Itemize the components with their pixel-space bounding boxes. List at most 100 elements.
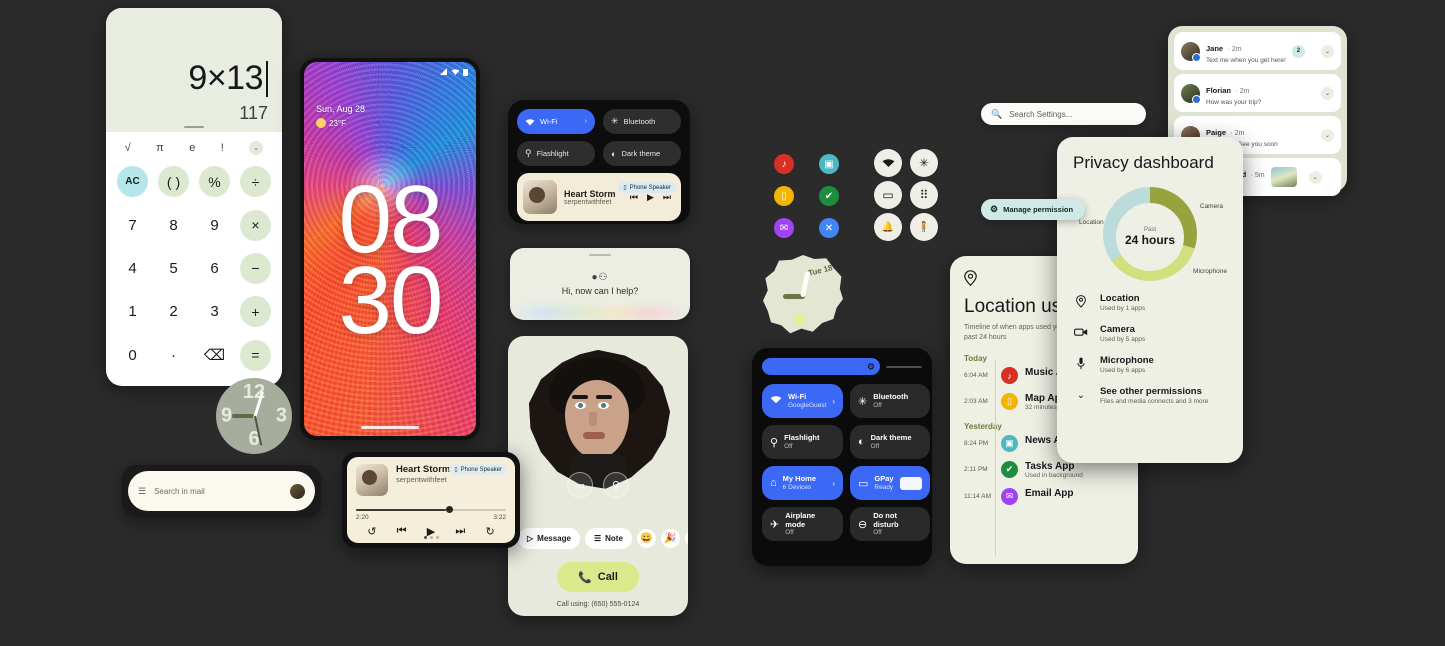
chevron-down-icon[interactable]: ⌄ bbox=[1321, 44, 1334, 58]
avatar[interactable] bbox=[290, 483, 305, 499]
mail-search-bar[interactable]: ☰ Search in mail bbox=[128, 471, 315, 511]
files-app-icon[interactable]: ✕ bbox=[819, 218, 839, 238]
notification-bell-icon[interactable]: 🔔 bbox=[874, 213, 902, 241]
qs-tile-do-not-disturb[interactable]: ⊖ Do not disturb Off bbox=[849, 507, 930, 541]
seek-handle[interactable] bbox=[446, 506, 453, 513]
drag-handle[interactable] bbox=[184, 126, 204, 128]
microphone-off-icon[interactable]: ⚲ bbox=[603, 472, 629, 498]
page-dot[interactable] bbox=[435, 536, 439, 539]
location-entry[interactable]: 2:11 PM ✔ Tasks App Used in background bbox=[964, 461, 1124, 479]
calculator-key-9[interactable]: 9 bbox=[194, 204, 235, 245]
location-entry[interactable]: 11:14 AM ✉ Email App bbox=[964, 488, 1124, 506]
manage-permission-button[interactable]: ⚙ Manage permission bbox=[981, 199, 1085, 220]
qs-tile-gpay[interactable]: ▭ GPay Ready bbox=[849, 466, 930, 500]
home-indicator[interactable] bbox=[361, 426, 419, 429]
calculator-key-ac[interactable]: AC bbox=[112, 161, 153, 202]
qs-tile-flashlight[interactable]: ⚲ Flashlight bbox=[517, 141, 595, 166]
notification-row[interactable]: Florian · 2m How was your trip? ⌄ bbox=[1174, 74, 1341, 112]
cast-icon[interactable]: ▭ bbox=[874, 181, 902, 209]
calculator-key-minus[interactable]: − bbox=[235, 248, 276, 289]
settings-search-input[interactable]: Search Settings... bbox=[1009, 110, 1072, 119]
privacy-item-microphone[interactable]: Microphone Used by 6 apps bbox=[1073, 355, 1227, 374]
privacy-item-location[interactable]: Location Used by 1 apps bbox=[1073, 293, 1227, 312]
calculator-key-6[interactable]: 6 bbox=[194, 248, 235, 289]
next-track-button[interactable]: ⏭ bbox=[663, 192, 671, 203]
news-app-icon[interactable]: ▣ bbox=[819, 154, 839, 174]
qs-tile-my-home[interactable]: ⌂ My Home 6 Devices › bbox=[762, 466, 843, 500]
lockscreen[interactable]: Sun, Aug 28 23°F 08 30 bbox=[304, 62, 476, 436]
output-device-chip[interactable]: ▯ Phone Speaker bbox=[449, 464, 507, 475]
seek-bar[interactable] bbox=[356, 506, 506, 513]
calculator-key-2[interactable]: 2 bbox=[153, 291, 194, 332]
qs-tile-bluetooth[interactable]: ✳ Bluetooth bbox=[603, 109, 681, 134]
analog-clock-widget[interactable]: Tue 18 bbox=[763, 255, 843, 334]
notification-row[interactable]: Jane · 2m Text me when you get here! 2 ⌄ bbox=[1174, 32, 1341, 70]
emoji-reaction-1[interactable]: 😀 bbox=[636, 529, 656, 548]
chevron-down-icon[interactable]: ⌄ bbox=[1321, 86, 1334, 100]
chevron-down-icon[interactable]: ⌄ bbox=[249, 141, 264, 155]
calculator-key-7[interactable]: 7 bbox=[112, 204, 153, 245]
qs-tile-bluetooth[interactable]: ✳ Bluetooth Off bbox=[849, 384, 930, 418]
chevron-down-icon[interactable]: ⌄ bbox=[1308, 170, 1322, 184]
message-button[interactable]: ▷ Message bbox=[518, 528, 580, 549]
output-device-chip[interactable]: ▯ Phone Speaker bbox=[618, 182, 676, 193]
video-camera-icon[interactable]: ▭ bbox=[567, 472, 593, 498]
chevron-down-icon[interactable]: ⌄ bbox=[1073, 390, 1089, 401]
calculator-key-1[interactable]: 1 bbox=[112, 291, 153, 332]
calculator-key-5[interactable]: 5 bbox=[153, 248, 194, 289]
attachment-thumbnail[interactable] bbox=[1270, 167, 1297, 187]
accessibility-icon[interactable]: 🧍 bbox=[910, 213, 938, 241]
calculator-key-percent[interactable]: % bbox=[194, 161, 235, 202]
play-button[interactable]: ▶ bbox=[647, 192, 654, 203]
calculator-key-parens[interactable]: ( ) bbox=[153, 161, 194, 202]
brightness-gear-icon[interactable]: ⚙ bbox=[867, 361, 875, 372]
calculator-key-equals[interactable]: = bbox=[235, 335, 276, 376]
calculator-key-divide[interactable]: ÷ bbox=[235, 161, 276, 202]
brightness-slider[interactable]: ⚙ bbox=[762, 358, 880, 375]
emoji-reaction-2[interactable]: 🎉 bbox=[660, 529, 680, 548]
hamburger-menu-icon[interactable]: ☰ bbox=[138, 486, 146, 497]
qs-tile-dark-theme[interactable]: ◐ Dark theme bbox=[603, 141, 681, 166]
chevron-right-icon[interactable]: › bbox=[832, 479, 835, 488]
sqrt-button[interactable]: √ bbox=[125, 142, 131, 154]
bluetooth-icon[interactable]: ✳ bbox=[910, 149, 938, 177]
qs-tile-airplane-mode[interactable]: ✈ Airplane mode Off bbox=[762, 507, 843, 541]
map-app-icon[interactable]: ▯ bbox=[774, 186, 794, 206]
chevron-right-icon[interactable]: › bbox=[585, 118, 587, 125]
qs-tile-dark-theme[interactable]: ◐ Dark theme Off bbox=[849, 425, 930, 459]
see-other-permissions-row[interactable]: ⌄ See other permissions Files and media … bbox=[1073, 386, 1227, 405]
tasks-app-icon[interactable]: ✔ bbox=[819, 186, 839, 206]
calculator-key-4[interactable]: 4 bbox=[112, 248, 153, 289]
page-dot-active[interactable] bbox=[423, 536, 427, 539]
calculator-key-decimal[interactable]: · bbox=[153, 335, 194, 376]
page-dot[interactable] bbox=[429, 536, 433, 539]
privacy-item-camera[interactable]: Camera Used by 5 apps bbox=[1073, 324, 1227, 343]
apps-grid-icon[interactable]: ⠿ bbox=[910, 181, 938, 209]
chevron-right-icon[interactable]: › bbox=[832, 397, 835, 406]
previous-track-button[interactable]: ⏮ bbox=[630, 192, 638, 203]
analog-clock-face[interactable]: 12 3 6 9 bbox=[216, 378, 292, 454]
calculator-key-plus[interactable]: + bbox=[235, 291, 276, 332]
email-app-icon[interactable]: ✉ bbox=[774, 218, 794, 238]
factorial-button[interactable]: ! bbox=[221, 142, 224, 154]
calculator-key-backspace[interactable]: ⌫ bbox=[194, 335, 235, 376]
qs-tile-wifi[interactable]: Wi-Fi GoogleGuest › bbox=[762, 384, 843, 418]
qs-tile-flashlight[interactable]: ⚲ Flashlight Off bbox=[762, 425, 843, 459]
chevron-down-icon[interactable]: ⌄ bbox=[1321, 128, 1334, 142]
assistant-card[interactable]: ●⚇ Hi, now can I help? bbox=[510, 248, 690, 320]
qs-tile-wifi[interactable]: Wi-Fi › bbox=[517, 109, 595, 134]
pi-button[interactable]: π bbox=[156, 142, 164, 154]
calculator-key-3[interactable]: 3 bbox=[194, 291, 235, 332]
settings-search-bar[interactable]: 🔍 Search Settings... bbox=[981, 103, 1146, 125]
wifi-icon[interactable] bbox=[874, 149, 902, 177]
e-button[interactable]: e bbox=[189, 142, 195, 154]
calculator-key-0[interactable]: 0 bbox=[112, 335, 153, 376]
mail-search-input[interactable]: Search in mail bbox=[154, 487, 282, 496]
brightness-track-remainder[interactable] bbox=[886, 365, 922, 368]
emoji-reaction-3[interactable] bbox=[684, 529, 688, 548]
note-button[interactable]: ☰ Note bbox=[584, 528, 632, 549]
calculator-key-8[interactable]: 8 bbox=[153, 204, 194, 245]
drag-handle[interactable] bbox=[589, 254, 611, 256]
music-app-icon[interactable]: ♪ bbox=[774, 154, 794, 174]
calculator-key-multiply[interactable]: × bbox=[235, 204, 276, 245]
